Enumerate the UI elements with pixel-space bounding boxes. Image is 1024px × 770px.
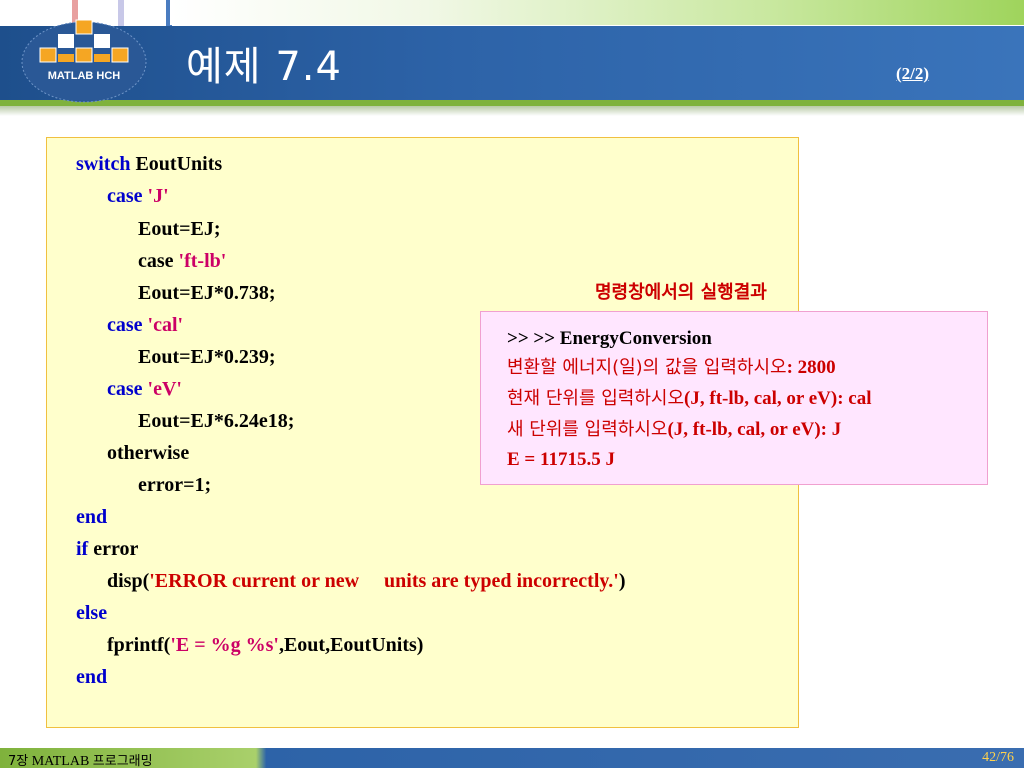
string-literal: 'ft-lb'	[173, 250, 227, 272]
code-text: disp(	[107, 570, 150, 592]
code-line: end	[76, 506, 108, 528]
code-text: fprintf(	[107, 634, 171, 656]
result-label: 명령창에서의 실행결과	[595, 282, 767, 303]
output-line: 현재 단위를 입력하시오(J, ft-lb, cal, or eV): cal	[507, 388, 872, 410]
code-line: fprintf('E = %g %s',Eout,EoutUnits)	[107, 634, 423, 656]
string-literal: 'ERROR current or new units are typed in…	[149, 570, 619, 592]
code-text: case	[138, 250, 174, 272]
logo-icon	[21, 19, 147, 103]
footer-bar	[0, 748, 1024, 768]
string-literal: 'E = %g %s'	[170, 634, 279, 656]
code-line: case 'cal'	[107, 314, 183, 336]
string-literal: 'J'	[142, 185, 169, 207]
code-text: EoutUnits	[130, 153, 223, 175]
output-prompt: 변환할 에너지(일)의 값을 입력하시오	[507, 357, 787, 378]
logo-label: MATLAB HCH	[47, 70, 121, 82]
code-line: Eout=EJ*6.24e18;	[138, 410, 295, 432]
keyword: case	[107, 378, 143, 400]
keyword: case	[107, 314, 143, 336]
matlab-logo: MATLAB HCH	[14, 14, 154, 106]
code-line: case 'J'	[107, 185, 169, 207]
code-line: disp('ERROR current or new units are typ…	[107, 570, 626, 592]
output-line: 새 단위를 입력하시오(J, ft-lb, cal, or eV): J	[507, 419, 841, 441]
code-line: Eout=EJ*0.239;	[138, 346, 276, 368]
chapter-name: MATLAB	[28, 754, 93, 769]
keyword: case	[107, 185, 143, 207]
code-text: )	[618, 570, 626, 592]
output-value: (J, ft-lb, cal, or eV): cal	[684, 388, 872, 409]
code-line: switch EoutUnits	[76, 153, 222, 175]
code-text: error	[88, 538, 139, 560]
chapter-subtitle: 프로그래밍	[92, 754, 153, 769]
page-part-indicator: (2/2)	[896, 64, 930, 83]
output-prompt: 현재 단위를 입력하시오	[507, 388, 685, 409]
code-line: otherwise	[107, 442, 190, 464]
output-value: (J, ft-lb, cal, or eV): J	[667, 419, 842, 440]
output-prompt: 새 단위를 입력하시오	[507, 419, 668, 440]
output-line: >> >> EnergyConversion	[507, 328, 712, 349]
keyword: switch	[76, 153, 131, 175]
output-value: : 2800	[786, 357, 836, 378]
code-line: else	[76, 602, 108, 624]
code-line: Eout=EJ;	[138, 218, 221, 240]
code-line: end	[76, 666, 108, 688]
output-line: E = 11715.5 J	[507, 449, 615, 470]
code-line: error=1;	[138, 474, 212, 496]
page-title: 예제 7.4	[186, 44, 342, 90]
chapter-number: 7장	[8, 754, 29, 769]
code-text: ,Eout,EoutUnits)	[278, 634, 424, 656]
code-line: case 'eV'	[107, 378, 182, 400]
header-shadow	[0, 106, 1024, 116]
page-number: 42/76	[982, 750, 1014, 765]
string-literal: 'cal'	[142, 314, 184, 336]
code-line: case 'ft-lb'	[138, 250, 226, 272]
footer-chapter: 7장 MATLAB 프로그래밍	[8, 750, 153, 770]
header-green-strip	[170, 0, 1024, 25]
string-literal: 'eV'	[142, 378, 182, 400]
code-line: Eout=EJ*0.738;	[138, 282, 276, 304]
output-line: 변환할 에너지(일)의 값을 입력하시오: 2800	[507, 357, 836, 379]
code-line: if error	[76, 538, 138, 560]
keyword: if	[76, 538, 89, 560]
command-window-output: >> >> EnergyConversion 변환할 에너지(일)의 값을 입력…	[480, 311, 988, 485]
